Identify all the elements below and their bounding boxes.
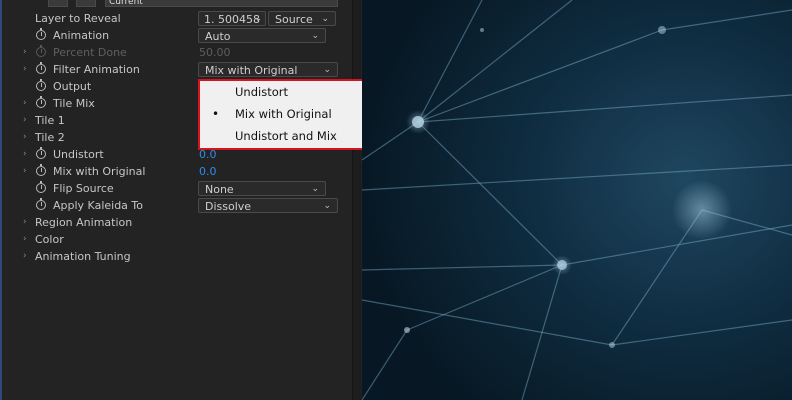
row-color[interactable]: › Color [0, 231, 350, 248]
chevron-down-icon: ⌄ [254, 14, 262, 24]
row-mix-with-original: › Mix with Original 0.0 [0, 163, 350, 180]
layer-select[interactable]: 1. 500458 ⌄ [198, 11, 266, 26]
row-animation: Animation Auto ⌄ [0, 27, 350, 44]
color-label: Color [35, 233, 64, 246]
stopwatch-icon[interactable] [36, 164, 46, 176]
chevron-down-icon: ⌄ [321, 14, 329, 24]
row-filter-animation: › Filter Animation Mix with Original ⌄ [0, 61, 350, 78]
mix-with-original-label: Mix with Original [53, 165, 146, 178]
chevron-down-icon: ⌄ [323, 65, 331, 75]
apply-kaleida-to-select[interactable]: Dissolve ⌄ [198, 198, 338, 213]
menu-item-label: Mix with Original [235, 107, 332, 121]
menu-item-undistort-and-mix[interactable]: Undistort and Mix [200, 126, 386, 146]
chevron-right-icon[interactable]: › [23, 146, 27, 163]
animation-value: Auto [205, 30, 231, 43]
chevron-right-icon[interactable]: › [23, 44, 27, 61]
row-apply-kaleida-to: Apply Kaleida To Dissolve ⌄ [0, 197, 350, 214]
chevron-right-icon[interactable]: › [23, 163, 27, 180]
stopwatch-icon[interactable] [36, 79, 46, 91]
chevron-down-icon: ⌄ [311, 31, 319, 41]
filter-animation-select[interactable]: Mix with Original ⌄ [198, 62, 338, 77]
toolbar-button-1[interactable] [48, 0, 68, 7]
stopwatch-icon[interactable] [36, 198, 46, 210]
region-animation-label: Region Animation [35, 216, 133, 229]
stopwatch-icon[interactable] [36, 28, 46, 40]
row-animation-tuning[interactable]: › Animation Tuning [0, 248, 350, 265]
percent-done-value: 50.00 [199, 46, 231, 59]
layer-source-value: Source [275, 13, 313, 26]
mix-with-original-value[interactable]: 0.0 [199, 163, 217, 180]
apply-kaleida-to-label: Apply Kaleida To [53, 199, 143, 212]
effect-controls-panel: Current Layer to Reveal 1. 500458 ⌄ Sourc… [0, 0, 388, 400]
tile-1-label: Tile 1 [35, 114, 65, 127]
row-region-animation[interactable]: › Region Animation [0, 214, 350, 231]
stopwatch-icon[interactable] [36, 181, 46, 193]
animation-label: Animation [53, 29, 110, 42]
filter-animation-menu: Undistort • Mix with Original Undistort … [198, 79, 388, 150]
flip-source-select[interactable]: None ⌄ [198, 181, 326, 196]
output-label: Output [53, 80, 92, 93]
stopwatch-icon [36, 45, 46, 57]
flip-source-value: None [205, 183, 234, 196]
undistort-label: Undistort [53, 148, 104, 161]
chevron-right-icon[interactable]: › [23, 61, 27, 78]
animation-select[interactable]: Auto ⌄ [198, 28, 326, 43]
menu-item-undistort[interactable]: Undistort [200, 82, 386, 102]
tile-2-label: Tile 2 [35, 131, 65, 144]
menu-item-mix-with-original[interactable]: • Mix with Original [200, 104, 386, 124]
row-percent-done: › Percent Done 50.00 [0, 44, 350, 61]
toolbar-button-2[interactable] [76, 0, 96, 7]
row-layer-to-reveal: Layer to Reveal 1. 500458 ⌄ Source ⌄ [0, 10, 350, 27]
filter-animation-label: Filter Animation [53, 63, 140, 76]
percent-done-label: Percent Done [53, 46, 127, 59]
chevron-right-icon[interactable]: › [23, 214, 27, 231]
menu-item-label: Undistort [235, 85, 288, 99]
layer-source-select[interactable]: Source ⌄ [268, 11, 336, 26]
row-flip-source: Flip Source None ⌄ [0, 180, 350, 197]
chevron-right-icon[interactable]: › [23, 112, 27, 129]
chevron-right-icon[interactable]: › [23, 129, 27, 146]
flip-source-label: Flip Source [53, 182, 114, 195]
chevron-down-icon: ⌄ [323, 201, 331, 211]
plexus-network-image [362, 0, 792, 400]
layer-select-value: 1. 500458 [204, 13, 260, 26]
layer-to-reveal-label: Layer to Reveal [35, 12, 121, 25]
chevron-down-icon: ⌄ [311, 184, 319, 194]
top-toolbar: Current [40, 0, 340, 7]
tile-mix-label: Tile Mix [53, 97, 95, 110]
menu-item-label: Undistort and Mix [235, 129, 337, 143]
animation-tuning-label: Animation Tuning [35, 250, 131, 263]
panel-scrollbar[interactable] [352, 0, 361, 400]
composition-viewer[interactable] [362, 0, 792, 400]
stopwatch-icon[interactable] [36, 62, 46, 74]
chevron-right-icon[interactable]: › [23, 95, 27, 112]
chevron-right-icon[interactable]: › [23, 248, 27, 265]
stopwatch-icon[interactable] [36, 147, 46, 159]
stopwatch-icon[interactable] [36, 96, 46, 108]
current-field[interactable]: Current [105, 0, 338, 7]
chevron-right-icon[interactable]: › [23, 231, 27, 248]
selected-bullet-icon: • [212, 107, 220, 121]
apply-kaleida-to-value: Dissolve [205, 200, 252, 213]
filter-animation-value: Mix with Original [205, 64, 298, 77]
